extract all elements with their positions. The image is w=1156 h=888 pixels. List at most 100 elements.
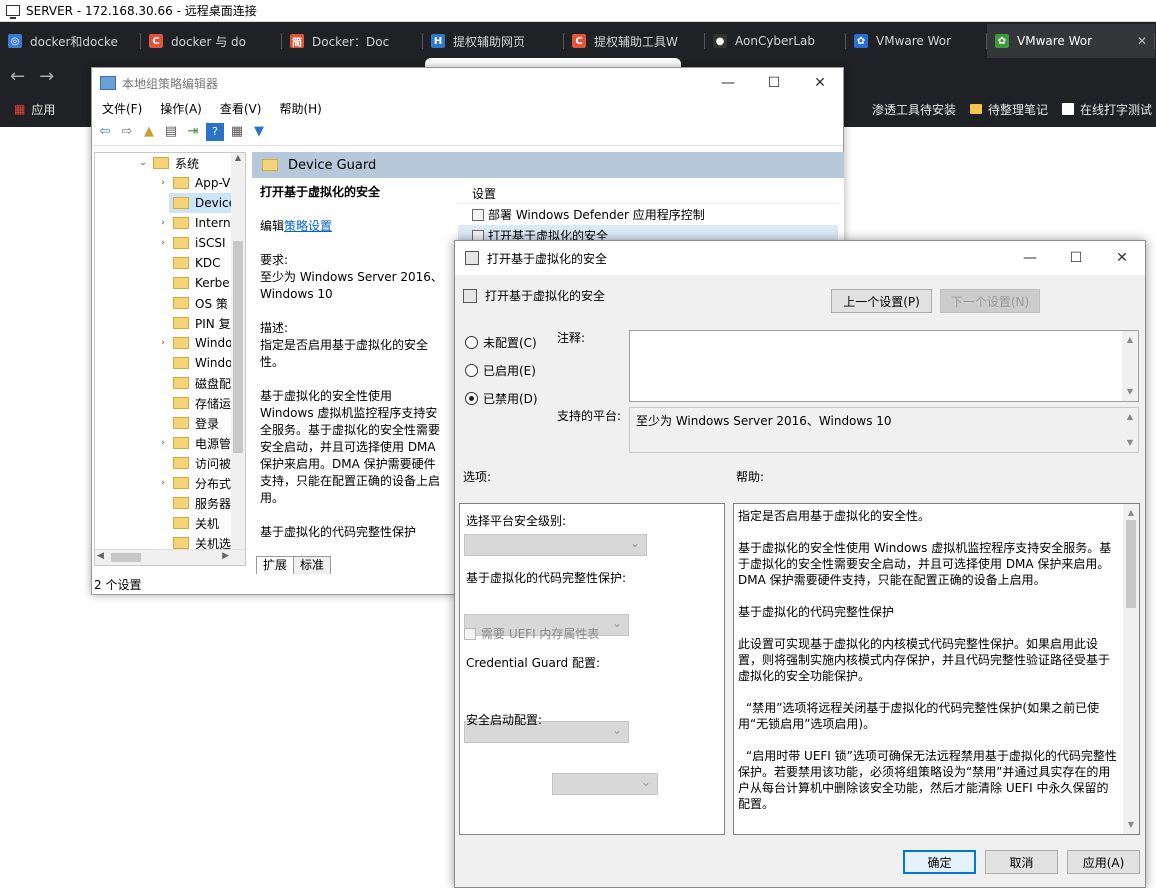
chevron-icon[interactable]: › — [157, 218, 169, 228]
tab-close-icon[interactable]: ✕ — [1137, 34, 1147, 48]
browser-tab[interactable]: Cdocker 与 do — [141, 24, 282, 58]
next-setting-button[interactable]: 下一个设置(N) — [940, 289, 1040, 313]
setting-label: 部署 Windows Defender 应用程序控制 — [488, 208, 705, 222]
setting-row-wdac[interactable]: 部署 Windows Defender 应用程序控制 — [458, 204, 838, 225]
desc-title: 打开基于虚拟化的安全 — [260, 185, 381, 199]
browser-tab[interactable]: H 提权辅助网页 — [423, 24, 564, 58]
help-panel: 指定是否启用基于虚拟化的安全性。 基于虚拟化的安全性使用 Windows 虚拟机监… — [733, 503, 1140, 835]
up-folder-icon[interactable]: ▲ — [140, 123, 158, 141]
chevron-icon[interactable]: ⌄ — [137, 158, 149, 168]
help-paragraph: “启用时带 UEFI 锁”选项可确保无法远程禁用基于虚拟化的代码完整性保护。若要… — [738, 749, 1117, 811]
back-arrow-icon[interactable]: ← — [10, 66, 25, 87]
maximize-icon[interactable]: ☐ — [751, 75, 797, 91]
close-icon[interactable]: ✕ — [797, 75, 843, 91]
tree-item[interactable]: 磁盘配 — [95, 373, 245, 393]
tree-vertical-scrollbar[interactable]: ▲ — [231, 153, 245, 549]
platform-level-dropdown[interactable] — [464, 534, 647, 556]
menu-file[interactable]: 文件(F) — [102, 100, 142, 117]
tree-item-label: 系统 — [175, 156, 200, 171]
browser-tab[interactable]: ✿ VMware Wor ✕ — [987, 24, 1155, 58]
tree-item[interactable]: › App-V — [95, 173, 245, 193]
bookmark-typing[interactable]: 在线打字测试 — [1061, 101, 1152, 118]
browser-tab[interactable]: C 提权辅助工具W — [564, 24, 705, 58]
maximize-icon[interactable]: ☐ — [1053, 250, 1099, 266]
policy-tree: ⌄ 系统 › App-V Device › Intern › iSCSI KDC Kerbe OS 策… — [94, 152, 246, 566]
tree-horizontal-scrollbar[interactable]: ◀ ▶ — [95, 549, 245, 565]
tab-title: VMware Wor — [1017, 34, 1093, 48]
credential-guard-label: Credential Guard 配置: — [466, 656, 601, 670]
tree-item[interactable]: › 分布式 — [95, 473, 245, 493]
show-hide-tree-icon[interactable]: ▤ — [162, 123, 180, 141]
secure-boot-dropdown[interactable] — [552, 773, 658, 795]
chevron-icon[interactable]: › — [157, 478, 169, 488]
tree-item[interactable]: 服务器 — [95, 493, 245, 513]
bookmark-apps[interactable]: ▦ 应用 — [14, 101, 55, 118]
comment-scrollbar[interactable]: ▲ ▼ — [1122, 331, 1138, 401]
description: 描述: 指定是否启用基于虚拟化的安全性。 — [260, 320, 444, 371]
tree-item[interactable]: › iSCSI — [95, 233, 245, 253]
close-icon[interactable]: ✕ — [1099, 250, 1145, 266]
browser-tab[interactable]: ● AonCyberLab — [705, 24, 846, 58]
tree-item[interactable]: 访问被 — [95, 453, 245, 473]
browser-tab[interactable]: ◎ docker和docke — [0, 24, 141, 58]
apply-button[interactable]: 应用(A) — [1067, 850, 1140, 874]
help-paragraph: 此设置可实现基于虚拟化的内核模式代码完整性保护。如果启用此设置，则将强制实施内核… — [738, 637, 1111, 683]
folder-icon — [173, 237, 189, 249]
settings-column-header[interactable]: 设置 — [458, 184, 838, 204]
tree-item[interactable]: OS 策 — [95, 293, 245, 313]
export-list-icon[interactable]: ⇥ — [184, 123, 202, 141]
comment-textarea[interactable]: ▲ ▼ — [629, 330, 1139, 402]
tree-item[interactable]: 登录 — [95, 413, 245, 433]
bookmark-notes[interactable]: 待整理笔记 — [969, 101, 1048, 118]
tree-item[interactable]: ⌄ 系统 — [95, 153, 245, 173]
chevron-icon[interactable]: › — [157, 238, 169, 248]
previous-setting-button[interactable]: 上一个设置(P) — [831, 289, 932, 313]
tree-item[interactable]: › Intern — [95, 213, 245, 233]
browser-tab[interactable]: 简 Docker：Doc — [282, 24, 423, 58]
chevron-icon[interactable]: › — [157, 178, 169, 188]
tree-item-label: Windo — [195, 336, 233, 350]
tree-item[interactable]: › Windo — [95, 333, 245, 353]
policy-icon — [463, 288, 477, 303]
forward-arrow-icon[interactable]: → — [39, 66, 54, 87]
chevron-icon[interactable]: › — [157, 438, 169, 448]
tree-item[interactable]: 关机 — [95, 513, 245, 533]
tab-standard[interactable]: 标准 — [293, 556, 332, 574]
ok-button[interactable]: 确定 — [903, 850, 976, 874]
tree-item[interactable]: › 电源管 — [95, 433, 245, 453]
uefi-mem-checkbox[interactable]: 需要 UEFI 内存属性表 — [464, 625, 599, 642]
minimize-icon[interactable]: — — [705, 75, 751, 91]
folder-icon — [173, 497, 189, 509]
tree-item[interactable]: PIN 复 — [95, 313, 245, 333]
chevron-icon[interactable]: › — [157, 338, 169, 348]
platform-scrollbar[interactable]: ▲ ▼ — [1122, 408, 1138, 452]
properties-icon[interactable]: ▦ — [228, 123, 246, 141]
supported-platform-field[interactable]: 至少为 Windows Server 2016、Windows 10 ▲ ▼ — [629, 407, 1139, 453]
setting-name: 打开基于虚拟化的安全 — [485, 289, 606, 303]
help-scrollbar[interactable]: ▲ ▼ — [1123, 504, 1139, 834]
radio-disabled[interactable]: 已禁用(D) — [465, 390, 538, 407]
tree-item[interactable]: KDC — [95, 253, 245, 273]
platform-label: 支持的平台: — [557, 409, 622, 423]
tree-item[interactable]: 存储运 — [95, 393, 245, 413]
filter-icon[interactable]: ▼ — [250, 123, 268, 141]
edit-policy-link[interactable]: 策略设置 — [284, 219, 332, 233]
tree-item[interactable]: Windo — [95, 353, 245, 373]
forward-icon[interactable]: ⇨ — [118, 123, 136, 141]
folder-icon — [173, 357, 189, 369]
status-bar: 2 个设置 — [94, 578, 142, 592]
back-icon[interactable]: ⇦ — [96, 123, 114, 141]
help-icon[interactable]: ? — [206, 122, 224, 141]
tree-item[interactable]: Kerbe — [95, 273, 245, 293]
bookmark-pentest[interactable]: 渗透工具待安装 — [872, 101, 956, 118]
radio-not-configured[interactable]: 未配置(C) — [465, 334, 537, 351]
menu-help[interactable]: 帮助(H) — [279, 100, 321, 117]
folder-icon — [262, 159, 278, 171]
tab-extended[interactable]: 扩展 — [256, 556, 295, 574]
radio-enabled[interactable]: 已启用(E) — [465, 362, 536, 379]
menu-view[interactable]: 查看(V) — [220, 100, 262, 117]
browser-tab[interactable]: ✿ VMware Wor — [846, 24, 987, 58]
menu-action[interactable]: 操作(A) — [160, 100, 202, 117]
cancel-button[interactable]: 取消 — [985, 850, 1058, 874]
minimize-icon[interactable]: — — [1007, 250, 1053, 266]
